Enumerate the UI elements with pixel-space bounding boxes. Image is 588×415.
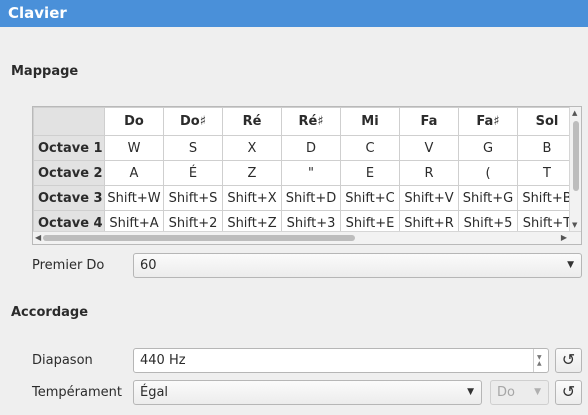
key-cell[interactable]: G — [458, 135, 518, 161]
temperament-reset-button[interactable]: ↺ — [555, 380, 582, 405]
key-cell[interactable]: " — [281, 160, 341, 186]
column-header[interactable]: Mi — [340, 107, 400, 136]
key-cell[interactable]: É — [163, 160, 223, 186]
column-header[interactable]: Fa♯ — [458, 107, 518, 136]
temperament-note-value: Do — [497, 385, 515, 400]
key-cell[interactable]: Shift+S — [163, 185, 223, 211]
key-cell[interactable]: Z — [222, 160, 282, 186]
first-do-label: Premier Do — [32, 258, 105, 273]
chevron-down-icon: ▼ — [567, 260, 574, 270]
row-header[interactable]: Octave 2 — [33, 160, 105, 186]
mapping-grid: Do Do♯ Ré Ré♯ Mi Fa Fa♯ Sol Octave 1 W S X D C V G B Oct… — [33, 107, 577, 236]
horizontal-scrollbar[interactable]: ◀ ▶ — [33, 231, 581, 244]
key-cell[interactable]: Shift+D — [281, 185, 341, 211]
mapping-section-title: Mappage — [11, 64, 79, 79]
first-do-value: 60 — [140, 258, 157, 273]
reset-icon: ↺ — [561, 382, 576, 401]
vertical-scrollbar[interactable]: ▲ ▼ — [569, 107, 581, 231]
diapason-value: 440 Hz — [140, 353, 186, 368]
key-cell[interactable]: X — [222, 135, 282, 161]
table-row: Octave 1WSXDCVGB — [33, 135, 577, 161]
key-cell[interactable]: A — [104, 160, 164, 186]
temperament-value: Égal — [140, 385, 169, 400]
scroll-up-icon[interactable]: ▲ — [572, 109, 577, 117]
diapason-spinbox[interactable]: 440 Hz ▲ ▼ — [133, 348, 549, 373]
key-cell[interactable]: Shift+V — [399, 185, 459, 211]
key-cell[interactable]: E — [340, 160, 400, 186]
key-cell[interactable]: S — [163, 135, 223, 161]
horizontal-scroll-thumb[interactable] — [43, 235, 355, 241]
key-cell[interactable]: D — [281, 135, 341, 161]
mapping-table[interactable]: Do Do♯ Ré Ré♯ Mi Fa Fa♯ Sol Octave 1 W S X D C V G B Oct… — [32, 106, 582, 245]
temperament-select[interactable]: Égal ▼ — [133, 380, 482, 405]
temperament-note-select: Do ▼ — [490, 380, 549, 405]
scroll-left-icon[interactable]: ◀ — [35, 233, 41, 242]
scroll-right-icon[interactable]: ▶ — [561, 233, 567, 242]
diapason-stepper[interactable]: ▲ ▼ — [533, 349, 548, 372]
diapason-reset-button[interactable]: ↺ — [555, 348, 582, 373]
scroll-down-icon[interactable]: ▼ — [572, 221, 577, 229]
column-header[interactable]: Do — [104, 107, 164, 136]
key-cell[interactable]: Shift+W — [104, 185, 164, 211]
key-cell[interactable]: Shift+B — [517, 185, 577, 211]
key-cell[interactable]: ( — [458, 160, 518, 186]
key-cell[interactable]: C — [340, 135, 400, 161]
decrement-icon[interactable]: ▼ — [537, 346, 542, 369]
key-cell[interactable]: W — [104, 135, 164, 161]
window-title: Clavier — [0, 0, 588, 27]
column-header[interactable]: Ré♯ — [281, 107, 341, 136]
column-header[interactable]: Do♯ — [163, 107, 223, 136]
row-header[interactable]: Octave 3 — [33, 185, 105, 211]
row-header[interactable]: Octave 1 — [33, 135, 105, 161]
table-row: Octave 2 A É Z " E R(T — [33, 160, 577, 186]
reset-icon: ↺ — [561, 350, 576, 369]
diapason-label: Diapason — [32, 353, 93, 368]
table-row: Octave 3 Shift+W Shift+S Shift+X Shift+D Shif… — [33, 185, 577, 211]
column-header[interactable]: Ré — [222, 107, 282, 136]
key-cell[interactable]: Shift+X — [222, 185, 282, 211]
chevron-down-icon: ▼ — [534, 387, 541, 397]
vertical-scroll-thumb[interactable] — [573, 121, 579, 191]
column-header[interactable]: Fa — [399, 107, 459, 136]
temperament-label: Tempérament — [32, 385, 122, 400]
column-header[interactable]: Sol — [517, 107, 577, 136]
table-corner — [33, 107, 105, 136]
first-do-select[interactable]: 60 ▼ — [133, 253, 582, 278]
key-cell[interactable]: B — [517, 135, 577, 161]
key-cell[interactable]: Shift+G — [458, 185, 518, 211]
key-cell[interactable]: V — [399, 135, 459, 161]
key-cell[interactable]: R — [399, 160, 459, 186]
key-cell[interactable]: Shift+C — [340, 185, 400, 211]
chevron-down-icon: ▼ — [467, 387, 474, 397]
key-cell[interactable]: T — [517, 160, 577, 186]
tuning-section-title: Accordage — [11, 305, 89, 320]
